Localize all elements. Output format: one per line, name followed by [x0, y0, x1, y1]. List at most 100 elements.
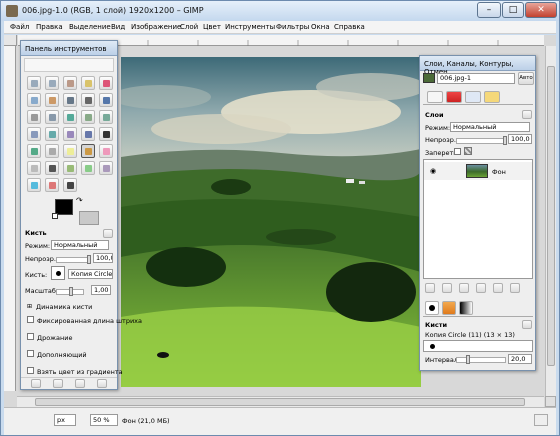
perspective-clone-tool-icon[interactable]: [99, 161, 113, 175]
blend-tool-icon[interactable]: [45, 144, 59, 158]
raise-layer-icon[interactable]: [442, 283, 452, 293]
shear-tool-icon[interactable]: [45, 127, 59, 141]
zoom-tool-icon[interactable]: [99, 93, 113, 107]
auto-button[interactable]: Авто: [518, 72, 534, 85]
tab-paths-icon[interactable]: [465, 91, 481, 103]
menu-file[interactable]: Файл: [10, 23, 29, 31]
horizontal-scroll-thumb[interactable]: [35, 398, 525, 406]
lower-layer-icon[interactable]: [459, 283, 469, 293]
brushes-menu-icon[interactable]: [522, 320, 532, 329]
lock-pixels-checkbox[interactable]: [454, 148, 461, 155]
incremental-checkbox[interactable]: [27, 350, 34, 357]
tab-undo-icon[interactable]: [484, 91, 500, 103]
dynamics-expander-icon[interactable]: ⊞: [27, 303, 32, 310]
fixed-length-checkbox[interactable]: [27, 316, 34, 323]
brush-preview[interactable]: [79, 211, 99, 225]
scale-tool-icon[interactable]: [27, 127, 41, 141]
duplicate-layer-icon[interactable]: [476, 283, 486, 293]
paintbrush-tool-icon[interactable]: [81, 144, 95, 158]
blur-tool-icon[interactable]: [27, 178, 41, 192]
horizontal-scrollbar[interactable]: [17, 396, 544, 407]
menu-colors[interactable]: Цвет: [203, 23, 221, 31]
delete-options-icon[interactable]: [75, 379, 85, 388]
tab-layers-icon[interactable]: [427, 91, 443, 103]
crop-tool-icon[interactable]: [81, 110, 95, 124]
wilber-drop-area[interactable]: [24, 58, 114, 72]
menu-filters[interactable]: Фильтры: [276, 23, 309, 31]
scale-value[interactable]: 1,00: [91, 285, 111, 295]
toolbox-titlebar[interactable]: Панель инструментов: [21, 41, 117, 56]
ink-tool-icon[interactable]: [45, 161, 59, 175]
layer-name[interactable]: Фон: [492, 168, 506, 176]
menu-view[interactable]: Вид: [111, 23, 125, 31]
cancel-icon[interactable]: [534, 414, 548, 426]
mode-select[interactable]: Нормальный: [51, 240, 109, 250]
menu-image[interactable]: Изображение: [131, 23, 181, 31]
gradient-color-checkbox[interactable]: [27, 367, 34, 374]
close-button[interactable]: ✕: [525, 2, 557, 18]
tab-gradients-icon[interactable]: [459, 301, 473, 315]
free-select-tool-icon[interactable]: [63, 76, 77, 90]
smudge-tool-icon[interactable]: [45, 178, 59, 192]
opacity-slider[interactable]: [56, 255, 91, 264]
reset-options-icon[interactable]: [97, 379, 107, 388]
vertical-ruler[interactable]: [4, 46, 16, 391]
move-tool-icon[interactable]: [45, 110, 59, 124]
image-select[interactable]: 006.jpg-1: [437, 73, 515, 84]
rect-select-tool-icon[interactable]: [27, 76, 41, 90]
landscape-photo[interactable]: [121, 57, 421, 387]
perspective-tool-icon[interactable]: [63, 127, 77, 141]
fuzzy-select-tool-icon[interactable]: [81, 76, 95, 90]
unit-select[interactable]: px: [54, 414, 76, 426]
paths-tool-icon[interactable]: [63, 93, 77, 107]
layer-opacity-knob[interactable]: [503, 136, 507, 145]
color-select-tool-icon[interactable]: [99, 76, 113, 90]
swap-colors-icon[interactable]: ↷: [76, 196, 83, 205]
dodge-burn-tool-icon[interactable]: [63, 178, 77, 192]
tab-patterns-icon[interactable]: [442, 301, 456, 315]
tab-brushes-icon[interactable]: [425, 301, 439, 315]
eye-icon[interactable]: ◉: [430, 167, 436, 175]
vertical-scroll-thumb[interactable]: [547, 66, 555, 366]
navigate-icon[interactable]: [545, 396, 556, 407]
layer-mode-select[interactable]: Нормальный: [450, 122, 530, 132]
menu-edit[interactable]: Правка: [36, 23, 63, 31]
rotate-tool-icon[interactable]: [99, 110, 113, 124]
brush-grid[interactable]: [423, 340, 533, 352]
maximize-button[interactable]: □: [502, 2, 524, 18]
brush-item[interactable]: [430, 344, 435, 349]
menu-select[interactable]: Выделение: [69, 23, 111, 31]
quick-mask-corner[interactable]: [4, 35, 17, 46]
layer-opacity-slider[interactable]: [456, 136, 507, 145]
align-tool-icon[interactable]: [63, 110, 77, 124]
layers-menu-icon[interactable]: [522, 110, 532, 119]
scissors-select-tool-icon[interactable]: [27, 93, 41, 107]
opacity-slider-knob[interactable]: [87, 255, 91, 264]
bucket-fill-tool-icon[interactable]: [27, 144, 41, 158]
scale-slider-knob[interactable]: [69, 287, 73, 296]
layer-opacity-value[interactable]: 100,0: [508, 134, 532, 144]
flip-tool-icon[interactable]: [81, 127, 95, 141]
spacing-knob[interactable]: [466, 355, 471, 364]
spacing-slider[interactable]: [456, 355, 506, 364]
tool-options-menu-icon[interactable]: [103, 229, 113, 238]
pencil-tool-icon[interactable]: [63, 144, 77, 158]
delete-layer-icon[interactable]: [510, 283, 520, 293]
measure-tool-icon[interactable]: [27, 110, 41, 124]
layer-row[interactable]: ◉ Фон: [424, 162, 532, 180]
color-picker-tool-icon[interactable]: [81, 93, 95, 107]
foreground-select-tool-icon[interactable]: [45, 93, 59, 107]
text-tool-icon[interactable]: [99, 127, 113, 141]
heal-tool-icon[interactable]: [81, 161, 95, 175]
restore-options-icon[interactable]: [53, 379, 63, 388]
ellipse-select-tool-icon[interactable]: [45, 76, 59, 90]
vertical-scrollbar[interactable]: [545, 46, 556, 396]
brush-select-button[interactable]: [51, 266, 65, 280]
menu-layer[interactable]: Слой: [180, 23, 198, 31]
layers-dock-titlebar[interactable]: Слои, Каналы, Контуры, Отмен...: [420, 56, 535, 76]
eraser-tool-icon[interactable]: [99, 144, 113, 158]
default-colors-icon[interactable]: [52, 213, 58, 219]
new-layer-icon[interactable]: [425, 283, 435, 293]
save-options-icon[interactable]: [31, 379, 41, 388]
menu-tools[interactable]: Инструменты: [225, 23, 275, 31]
